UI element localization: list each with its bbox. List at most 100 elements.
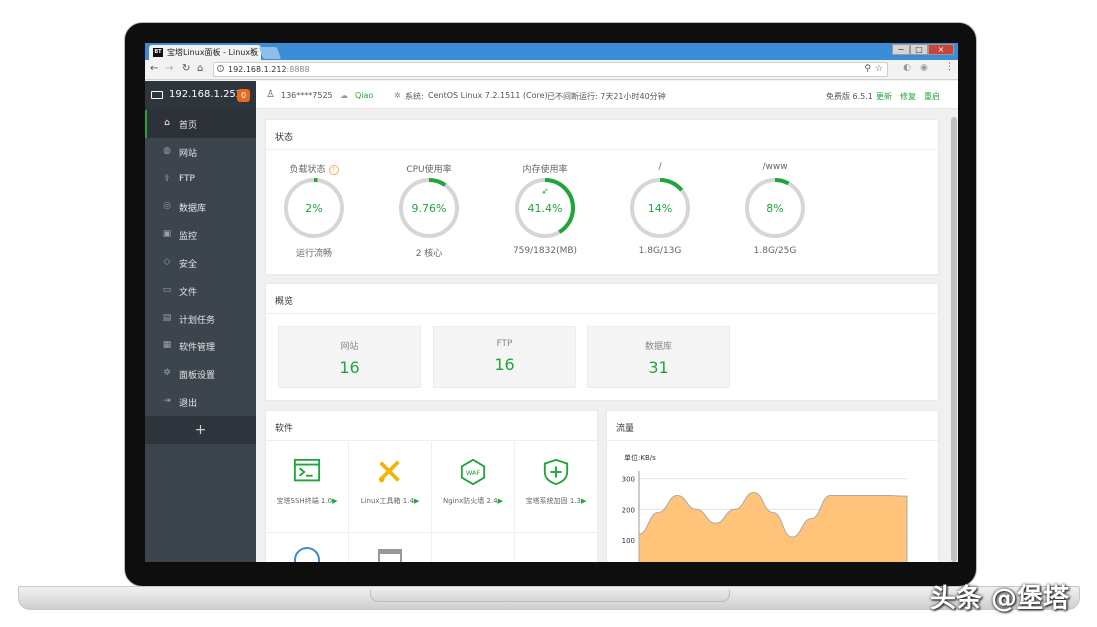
overview-panel: 概览 网站 16 FTP 16 数据库 31 — [265, 283, 939, 401]
overview-card[interactable]: 数据库 31 — [587, 326, 730, 388]
star-icon[interactable]: ☆ — [875, 64, 883, 74]
gauge[interactable]: 内存使用率 ➶ 41.4% 759/1832(MB) — [500, 162, 590, 256]
overview-card[interactable]: FTP 16 — [433, 326, 576, 388]
sidebar-item[interactable]: ◍ 网站 — [145, 138, 256, 166]
overview-title: 概览 — [266, 284, 938, 314]
software-item-empty[interactable] — [432, 533, 515, 562]
software-panel: 软件 宝塔SSH终端 1.0▶ Linux工具箱 1.4▶ WAF Nginx防火墙 … — [265, 410, 598, 562]
gauge[interactable]: CPU使用率 9.76% 2 核心 — [384, 162, 474, 259]
back-icon[interactable]: ← — [150, 63, 158, 74]
browser-tabbar: BT 宝塔Linux面板 - Linux板 × − □ × — [145, 43, 958, 60]
software-item-label: 宝塔系统加固 1.3▶ — [515, 496, 597, 506]
key-icon[interactable]: ⚲ — [864, 64, 871, 74]
repair-link[interactable]: 修复 — [900, 91, 916, 102]
close-icon[interactable]: × — [249, 46, 257, 56]
new-tab-button[interactable] — [258, 47, 282, 59]
overview-card-value: 16 — [494, 355, 515, 374]
gauge-value: 2% — [305, 202, 322, 215]
sidebar-item[interactable]: ◎ 数据库 — [145, 193, 256, 221]
software-item[interactable]: Linux工具箱 1.4▶ — [349, 442, 432, 533]
sidebar-item-label: 退出 — [179, 398, 198, 409]
software-item-label: Nginx防火墙 2.4▶ — [432, 496, 514, 506]
sidebar-item[interactable]: ◇ 安全 — [145, 249, 256, 277]
edition: 免费版 6.5.1 — [826, 92, 873, 101]
shield-plus-icon — [543, 458, 569, 486]
gauge-label: 负载状态? — [269, 162, 359, 176]
gauge-subtext: 1.8G/25G — [753, 246, 797, 256]
tools-icon — [378, 460, 400, 483]
software-item-empty[interactable] — [515, 533, 598, 562]
help-icon[interactable]: ? — [328, 165, 339, 175]
browser-tab[interactable]: BT 宝塔Linux面板 - Linux板 × — [149, 45, 261, 60]
status-panel: 状态 负载状态? 2% 运行流畅 CPU使用率 9.76% 2 核心 内存使用率 ➶ 41.4%… — [265, 119, 939, 275]
overview-card[interactable]: 网站 16 — [278, 326, 421, 388]
software-item[interactable]: 宝塔SSH终端 1.0▶ — [266, 442, 349, 533]
play-icon: ▶ — [580, 497, 587, 505]
user-account[interactable]: 136****7525 — [281, 91, 333, 100]
maximize-button[interactable]: □ — [910, 44, 928, 55]
gauge-label-text: CPU使用率 — [406, 165, 452, 175]
sidebar-item-label: 计划任务 — [179, 315, 216, 326]
calendar-icon: ▤ — [162, 312, 172, 323]
gauge-value: 9.76% — [412, 202, 447, 215]
scrollbar-thumb[interactable] — [951, 117, 957, 562]
overview-card-value: 16 — [339, 358, 360, 377]
gauge[interactable]: /www 8% 1.8G/25G — [730, 162, 820, 256]
gauge-ring: 2% — [284, 178, 344, 238]
sidebar-menu: ⌂ 首页 ◍ 网站 ⇪ FTP ◎ 数据库 ▣ 监控 ◇ 安全 ▭ 文件 ▤ 计划任务 ▦ 软件管理 ✲ 面板设置 ⇥ 退… — [145, 110, 256, 416]
sidebar-item[interactable]: ▦ 软件管理 — [145, 332, 256, 360]
gauge-subtext: 759/1832(MB) — [512, 246, 578, 256]
sidebar-item[interactable]: ⌂ 首页 — [145, 110, 256, 138]
add-shortcut-button[interactable]: + — [145, 416, 256, 444]
gauge[interactable]: / 14% 1.8G/13G — [615, 162, 705, 256]
server-ip: 192.168.1.252 — [169, 89, 243, 100]
overview-card-label: FTP — [496, 339, 513, 349]
info-icon: i — [217, 65, 224, 72]
gauge-label: CPU使用率 — [384, 162, 474, 176]
extension-icon[interactable]: ◉ — [920, 63, 928, 73]
uptime: 已不间断运行: 7天21小时40分钟 — [547, 92, 666, 101]
restart-link[interactable]: 重启 — [924, 91, 940, 102]
window-close-button[interactable]: × — [928, 44, 954, 55]
software-item-empty[interactable] — [266, 533, 349, 562]
sidebar-item-label: 文件 — [179, 287, 198, 298]
menu-icon[interactable]: ⋮ — [945, 62, 954, 72]
gauge[interactable]: 负载状态? 2% 运行流畅 — [269, 162, 359, 259]
laptop-notch — [370, 590, 730, 602]
folder-icon: ▭ — [162, 284, 172, 295]
software-item-empty[interactable] — [349, 533, 432, 562]
software-item-name: 宝塔SSH终端 1.0 — [276, 497, 333, 505]
message-badge[interactable]: 0 — [237, 89, 250, 102]
sidebar-item[interactable]: ⇥ 退出 — [145, 388, 256, 416]
software-item[interactable]: WAF Nginx防火墙 2.4▶ — [432, 442, 515, 533]
sidebar-item[interactable]: ▭ 文件 — [145, 277, 256, 305]
sidebar-item-label: 网站 — [179, 148, 198, 159]
update-link[interactable]: 更新 — [876, 91, 892, 102]
favicon-icon: BT — [153, 48, 163, 57]
home-icon: ⌂ — [164, 118, 170, 128]
sidebar-item-label: FTP — [179, 173, 195, 184]
sidebar-item[interactable]: ▤ 计划任务 — [145, 305, 256, 333]
sidebar-item[interactable]: ⇪ FTP — [145, 166, 256, 194]
software-item[interactable]: 宝塔系统加固 1.3▶ — [515, 442, 598, 533]
url-port: :8888 — [286, 65, 310, 74]
software-item-label: 宝塔SSH终端 1.0▶ — [266, 496, 348, 506]
play-icon: ▶ — [332, 497, 338, 505]
traffic-series-upload — [638, 491, 908, 562]
sidebar-item[interactable]: ▣ 监控 — [145, 221, 256, 249]
sidebar-item[interactable]: ✲ 面板设置 — [145, 360, 256, 388]
url-input[interactable]: i 192.168.1.212:8888 ⚲ ☆ — [213, 62, 888, 77]
extension-icon[interactable]: ◐ — [903, 63, 911, 73]
forward-icon[interactable]: → — [165, 63, 173, 74]
minimize-button[interactable]: − — [892, 44, 910, 55]
sidebar-item-label: 安全 — [179, 259, 198, 270]
gauge-label-text: /www — [762, 162, 788, 172]
overview-card-label: 网站 — [340, 342, 359, 352]
software-item-label: Linux工具箱 1.4▶ — [349, 496, 431, 506]
user-nick[interactable]: Qiao — [355, 91, 373, 100]
ftp-icon: ⇪ — [163, 173, 171, 184]
reload-icon[interactable]: ↻ — [182, 63, 190, 74]
waf-text: WAF — [466, 469, 481, 477]
gauge-label-text: 内存使用率 — [522, 165, 568, 175]
home-nav-icon[interactable]: ⌂ — [197, 63, 203, 74]
